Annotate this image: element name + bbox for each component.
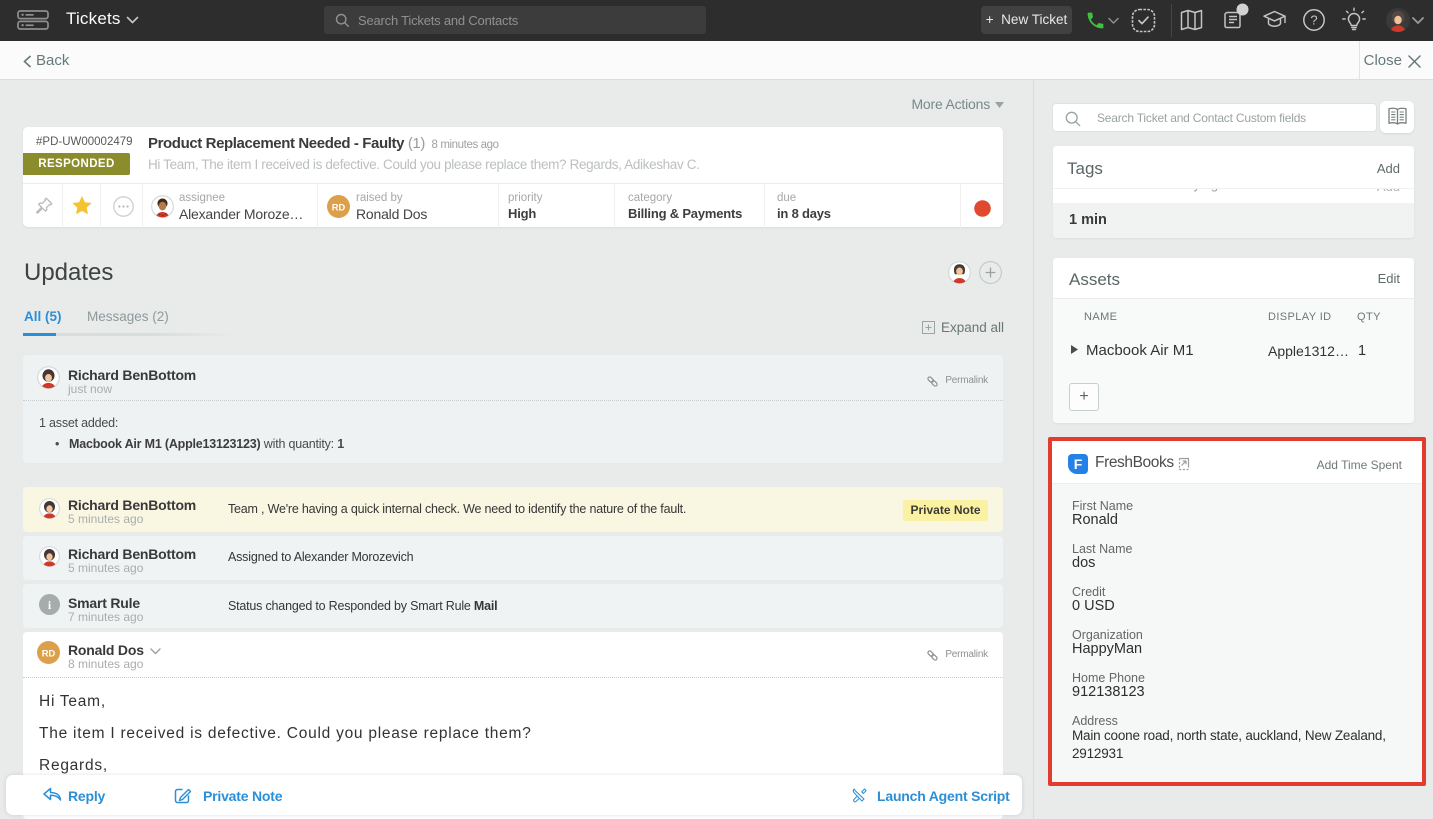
svg-text:?: ?: [1310, 13, 1317, 28]
svg-text:RD: RD: [42, 648, 56, 658]
svg-text:RD: RD: [332, 202, 346, 212]
